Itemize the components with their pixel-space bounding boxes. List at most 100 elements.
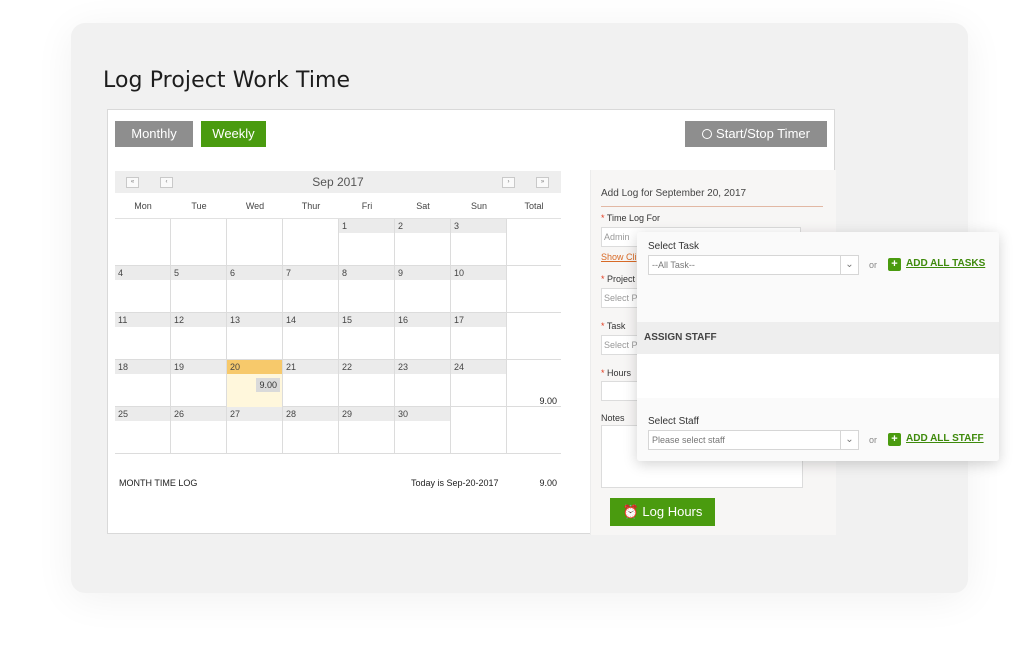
calendar-day-cell[interactable]: 5 [171, 266, 227, 313]
calendar-day-cell[interactable]: 4 [115, 266, 171, 313]
calendar-day-cell[interactable]: 29 [339, 407, 395, 454]
calendar-day-cell[interactable]: 11 [115, 313, 171, 360]
calendar-day-cell[interactable]: 21 [283, 360, 339, 407]
day-number: 17 [451, 313, 506, 327]
week-total-cell [507, 266, 561, 313]
chevron-down-icon: ⌄ [840, 256, 858, 274]
calendar-day-cell[interactable]: 16 [395, 313, 451, 360]
log-hours-button[interactable]: ⏰ Log Hours [610, 498, 715, 526]
log-hours-label: Log Hours [642, 504, 703, 519]
task-label: * Task [601, 321, 626, 331]
day-number: 12 [171, 313, 226, 327]
calendar-day-cell[interactable]: 24 [451, 360, 507, 407]
calendar-day-cell[interactable]: 14 [283, 313, 339, 360]
add-all-tasks-link[interactable]: ADD ALL TASKS [906, 258, 985, 269]
day-number: 2 [395, 219, 450, 233]
calendar-day-cell[interactable]: 23 [395, 360, 451, 407]
calendar-day-cell[interactable]: 7 [283, 266, 339, 313]
weekday-label: Fri [361, 201, 373, 211]
day-number: 5 [171, 266, 226, 280]
day-number: 22 [339, 360, 394, 374]
calendar-day-cell[interactable]: 8 [339, 266, 395, 313]
calendar-day-cell[interactable]: 3 [451, 219, 507, 266]
calendar-day-cell[interactable]: 12 [171, 313, 227, 360]
day-number: 9 [395, 266, 450, 280]
prev-month-button[interactable]: ‹ [160, 177, 173, 188]
add-log-title: Add Log for September 20, 2017 [601, 188, 823, 207]
day-number: 26 [171, 407, 226, 421]
weekday-label: Tue [191, 201, 207, 211]
start-stop-timer-button[interactable]: Start/Stop Timer [685, 121, 827, 147]
or-text: or [869, 435, 878, 445]
calendar-day-cell[interactable]: 26 [171, 407, 227, 454]
day-number: 28 [283, 407, 338, 421]
calendar-day-cell[interactable]: 27 [227, 407, 283, 454]
calendar-day-cell[interactable]: 13 [227, 313, 283, 360]
week-total-cell [507, 313, 561, 360]
day-number [451, 407, 506, 421]
calendar-week-row: 4 5 6 7 8 9 10 [115, 266, 561, 313]
calendar-day-cell[interactable]: 9 [395, 266, 451, 313]
calendar-day-cell[interactable]: 25 [115, 407, 171, 454]
calendar-day-cell[interactable]: 2 [395, 219, 451, 266]
calendar-day-cell[interactable]: 1 [339, 219, 395, 266]
select-task-value: --All Task-- [652, 260, 695, 270]
add-all-staff-link[interactable]: ADD ALL STAFF [906, 433, 984, 444]
calendar-day-cell[interactable]: 22 [339, 360, 395, 407]
calendar-day-cell[interactable]: 28 [283, 407, 339, 454]
day-number: 1 [339, 219, 394, 233]
select-staff-placeholder: Please select staff [652, 435, 725, 445]
weekday-label: Sun [470, 201, 487, 211]
calendar-weeks: 1 2 3 4 5 6 7 8 9 10 11 12 13 14 15 16 17 18 19 20 9.00 21 22 2… [115, 219, 561, 454]
assign-staff-heading: ASSIGN STAFF [637, 322, 999, 354]
prev-year-button[interactable]: « [126, 177, 139, 188]
month-time-log-label: MONTH TIME LOG [119, 478, 198, 488]
select-staff-dropdown[interactable]: Please select staff ⌄ [648, 430, 859, 450]
day-number: 15 [339, 313, 394, 327]
show-client-link[interactable]: Show Cli [601, 252, 637, 262]
weekday-label: Sat [416, 201, 430, 211]
day-number [283, 219, 338, 233]
hours-input[interactable] [601, 381, 641, 401]
calendar-day-cell[interactable]: 18 [115, 360, 171, 407]
monthly-tab-button[interactable]: Monthly [115, 121, 193, 147]
calendar-day-cell[interactable]: 6 [227, 266, 283, 313]
weekday-label: Mon [134, 201, 152, 211]
select-task-dropdown[interactable]: --All Task-- ⌄ [648, 255, 859, 275]
day-number: 29 [339, 407, 394, 421]
next-month-button[interactable]: › [502, 177, 515, 188]
next-year-button[interactable]: » [536, 177, 549, 188]
plus-icon[interactable]: + [888, 258, 901, 271]
calendar-empty-cell [171, 219, 227, 266]
clock-icon [702, 129, 713, 139]
calendar-day-cell[interactable]: 10 [451, 266, 507, 313]
day-number: 20 [227, 360, 282, 374]
day-number: 21 [283, 360, 338, 374]
logged-hours-badge[interactable]: 9.00 [256, 378, 280, 392]
week-total-cell [507, 219, 561, 266]
calendar-header: « ‹ Sep 2017 › » [115, 171, 561, 193]
week-total-cell [507, 407, 561, 454]
task-section: Select Task --All Task-- ⌄ or + ADD ALL … [637, 232, 999, 322]
alarm-clock-icon: ⏰ [622, 504, 639, 519]
calendar-empty-cell [283, 219, 339, 266]
calendar-empty-cell [227, 219, 283, 266]
calendar-week-row: 11 12 13 14 15 16 17 [115, 313, 561, 360]
week-total-cell: 9.00 [507, 360, 561, 407]
calendar-day-cell[interactable]: 17 [451, 313, 507, 360]
month-total: 9.00 [539, 478, 557, 488]
select-staff-label: Select Staff [648, 416, 699, 427]
assign-popup: Select Task --All Task-- ⌄ or + ADD ALL … [637, 232, 999, 461]
calendar-day-cell[interactable]: 30 [395, 407, 451, 454]
calendar-day-cell[interactable]: 15 [339, 313, 395, 360]
day-number: 13 [227, 313, 282, 327]
weekday-label: Wed [245, 201, 265, 211]
plus-icon[interactable]: + [888, 433, 901, 446]
day-number: 6 [227, 266, 282, 280]
day-number: 3 [451, 219, 506, 233]
day-number: 8 [339, 266, 394, 280]
calendar-day-cell[interactable]: 20 9.00 [227, 360, 283, 407]
calendar-day-cell[interactable]: 19 [171, 360, 227, 407]
weekly-tab-button[interactable]: Weekly [201, 121, 266, 147]
day-number: 4 [115, 266, 170, 280]
